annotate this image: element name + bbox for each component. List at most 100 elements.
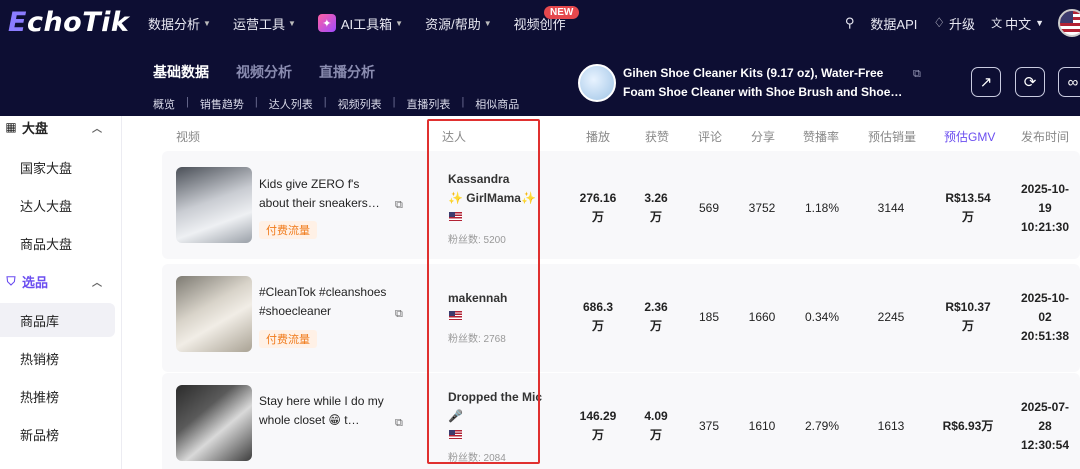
search-icon[interactable]: ⚲ [845, 15, 855, 31]
sidebar-item-creator-market[interactable]: 达人大盘 [0, 188, 115, 222]
divider: | [392, 96, 396, 108]
nav-data-analysis[interactable]: 数据分析 ▼ [148, 14, 211, 33]
analysis-tabs: 基础数据 视频分析 直播分析 [153, 62, 402, 82]
plays-value: 276.16 万 [579, 191, 617, 224]
header-est-gmv[interactable]: 预估GMV [944, 128, 995, 145]
like-rate-value: 0.34% [804, 310, 840, 324]
grid-icon: ▦ [5, 120, 17, 134]
divider: | [461, 96, 465, 108]
header-like-rate[interactable]: 赞播率 [803, 128, 839, 145]
sidebar: ▦ 大盘 ︿ 国家大盘 达人大盘 商品大盘 ⛉ 选品 ︿ 商品库 热销榜 热推榜… [0, 116, 122, 469]
product-thumbnail [578, 64, 616, 102]
copy-icon[interactable]: ⧉ [395, 308, 403, 321]
publish-time-value: 2025-10- 19 10:21:30 [1020, 182, 1070, 234]
video-thumbnail[interactable] [176, 385, 252, 461]
refresh-button[interactable]: ⟳ [1015, 67, 1045, 97]
est-sales-value: 2245 [877, 310, 905, 324]
ai-sparkle-icon: ✦ [317, 14, 336, 32]
video-title[interactable]: Kids give ZERO f's about their sneakers… [259, 175, 389, 213]
link-similar-products[interactable]: 相似商品 [475, 96, 519, 112]
product-subheader: 基础数据 视频分析 直播分析 概览 | 销售趋势 | 达人列表 | 视频列表 | 直播列… [0, 46, 1080, 116]
sidebar-group-market[interactable]: ▦ 大盘 ︿ [0, 116, 122, 138]
tab-live-analysis[interactable]: 直播分析 [319, 62, 375, 82]
copy-icon[interactable]: ⧉ [395, 417, 403, 430]
echotik-logo[interactable]: EchoTik [8, 7, 129, 38]
link-overview[interactable]: 概览 [153, 96, 175, 112]
sidebar-item-new-products[interactable]: 新品榜 [0, 417, 115, 451]
caret-down-icon: ▼ [1035, 18, 1044, 28]
likes-value: 3.26 万 [644, 191, 668, 224]
product-title: Gihen Shoe Cleaner Kits (9.17 oz), Water… [623, 66, 903, 99]
link-live-list[interactable]: 直播列表 [406, 96, 450, 112]
sidebar-item-product-market[interactable]: 商品大盘 [0, 226, 115, 260]
sidebar-group-selection[interactable]: ⛉ 选品 ︿ [0, 270, 122, 292]
external-link-icon: ↗ [979, 74, 993, 91]
chevron-down-icon: ▼ [483, 18, 492, 28]
est-gmv-value: R$10.37 万 [945, 300, 991, 333]
share-button[interactable]: ↗ [971, 67, 1001, 97]
divider: | [186, 96, 189, 108]
chevron-up-icon: ︿ [92, 277, 102, 289]
section-links: 概览 | 销售趋势 | 达人列表 | 视频列表 | 直播列表 | 相似商品 [153, 96, 519, 112]
bag-icon: ⛉ [6, 273, 16, 288]
video-thumbnail[interactable] [176, 276, 252, 352]
tab-basic-data[interactable]: 基础数据 [153, 62, 209, 82]
publish-time-value: 2025-10- 02 20:51:38 [1020, 291, 1070, 343]
nav-resources-help[interactable]: 资源/帮助 ▼ [425, 14, 492, 33]
chevron-down-icon: ▼ [287, 18, 296, 28]
tab-video-analysis[interactable]: 视频分析 [236, 62, 292, 82]
diamond-icon: ♢ [933, 15, 946, 30]
nav-ops-tools[interactable]: 运营工具 ▼ [233, 14, 296, 33]
header-video: 视频 [176, 130, 201, 144]
divider: | [323, 96, 327, 108]
paid-traffic-tag: 付费流量 [259, 330, 317, 348]
copy-icon[interactable]: ⧉ [395, 199, 403, 212]
link-sales-trend[interactable]: 销售趋势 [200, 96, 244, 112]
header-shares[interactable]: 分享 [751, 128, 775, 145]
video-title[interactable]: Stay here while I do my whole closet 😁 t… [259, 392, 389, 430]
nav-ai-toolbox[interactable]: ✦ AI工具箱 ▼ [317, 14, 404, 33]
upgrade-link[interactable]: ♢ 升级 [933, 14, 975, 33]
plays-value: 686.3 万 [582, 300, 614, 333]
header-likes[interactable]: 获赞 [645, 128, 669, 145]
sidebar-item-country-market[interactable]: 国家大盘 [0, 150, 115, 184]
est-gmv-value: R$6.93万 [942, 419, 994, 433]
divider: | [254, 96, 258, 108]
video-title[interactable]: #CleanTok #cleanshoes #shoecleaner [259, 283, 389, 321]
link-button[interactable]: ∞ [1058, 67, 1080, 97]
header-est-sales[interactable]: 预估销量 [868, 128, 916, 145]
chevron-down-icon: ▼ [203, 18, 211, 28]
copy-icon[interactable]: ⧉ [913, 68, 921, 81]
header-plays[interactable]: 播放 [586, 128, 610, 145]
like-rate-value: 1.18% [804, 201, 840, 215]
likes-value: 2.36 万 [644, 300, 668, 333]
top-nav: EchoTik 数据分析 ▼ 运营工具 ▼ ✦ AI工具箱 ▼ 资源/帮助 ▼ 视频创作 … [0, 0, 1080, 46]
sidebar-item-product-library[interactable]: 商品库 [0, 303, 115, 337]
sidebar-item-hot-sales[interactable]: 热销榜 [0, 341, 115, 375]
plays-value: 146.29 万 [579, 409, 617, 442]
link-icon: ∞ [1067, 73, 1079, 91]
translate-icon: 文 [991, 18, 1003, 30]
refresh-icon: ⟳ [1023, 74, 1037, 91]
language-selector[interactable]: 文中文 ▼ [991, 14, 1044, 33]
avatar[interactable] [1058, 9, 1080, 37]
comments-value: 569 [698, 201, 720, 215]
sidebar-item-hot-promo[interactable]: 热推榜 [0, 379, 115, 413]
shares-value: 1610 [748, 419, 776, 433]
paid-traffic-tag: 付费流量 [259, 221, 317, 239]
est-sales-value: 1613 [877, 419, 905, 433]
chevron-down-icon: ▼ [395, 18, 404, 28]
link-creator-list[interactable]: 达人列表 [269, 96, 313, 112]
publish-time-value: 2025-07- 28 12:30:54 [1020, 400, 1070, 452]
likes-value: 4.09 万 [644, 409, 668, 442]
header-comments[interactable]: 评论 [698, 128, 722, 145]
video-thumbnail[interactable] [176, 167, 252, 243]
comments-value: 185 [698, 310, 720, 324]
creator-column-highlight [427, 119, 540, 464]
shares-value: 3752 [748, 201, 776, 215]
data-api-link[interactable]: 数据API [870, 14, 917, 33]
like-rate-value: 2.79% [804, 419, 840, 433]
comments-value: 375 [698, 419, 720, 433]
link-video-list[interactable]: 视频列表 [338, 96, 382, 112]
header-publish-time[interactable]: 发布时间 [1021, 128, 1069, 145]
